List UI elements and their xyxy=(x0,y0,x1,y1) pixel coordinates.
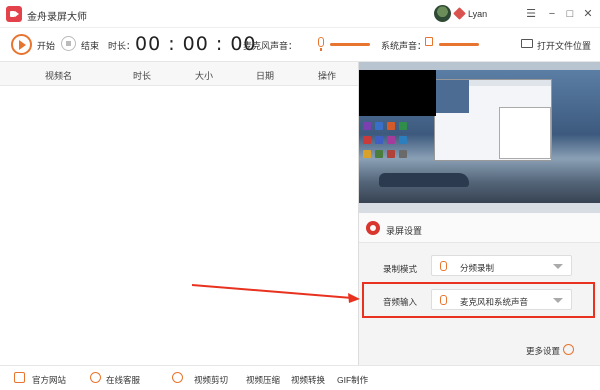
maximize-button[interactable]: □ xyxy=(563,7,577,21)
close-button[interactable]: ✕ xyxy=(581,7,595,21)
username[interactable]: Lyan xyxy=(468,9,487,19)
record-mode-dropdown[interactable]: 分频录制 xyxy=(431,255,572,276)
record-mode-label: 录制模式 xyxy=(383,264,418,274)
bottom-bar: 官方网站 在线客服 视频剪切 视频压缩 视频转换 GIF制作 xyxy=(0,365,600,390)
column-header-duration[interactable]: 时长 xyxy=(133,69,151,82)
start-label[interactable]: 开始 xyxy=(37,39,55,52)
video-cut-link[interactable]: 视频剪切 xyxy=(194,374,228,386)
vip-badge-icon xyxy=(453,7,466,20)
column-header-size[interactable]: 大小 xyxy=(195,69,213,82)
system-volume-label: 系统声音： xyxy=(381,41,427,51)
duration-label: 时长： xyxy=(108,41,136,51)
record-mode-value: 分频录制 xyxy=(460,263,495,273)
preview-top-strip xyxy=(359,62,600,70)
microphone-icon[interactable] xyxy=(318,37,324,51)
preview-desktop-icons xyxy=(361,120,416,180)
annotation-highlight-box xyxy=(362,282,595,318)
video-convert-link[interactable]: 视频转换 xyxy=(291,374,325,386)
menu-icon[interactable]: ☰ xyxy=(524,7,538,21)
online-support-link[interactable]: 在线客服 xyxy=(106,374,140,386)
user-avatar[interactable] xyxy=(434,5,451,22)
duration-timer: 00 : 00 : 00 xyxy=(135,33,257,55)
speaker-icon[interactable] xyxy=(425,37,433,46)
microphone-icon xyxy=(440,261,447,271)
gear-icon xyxy=(366,221,380,235)
column-header-date[interactable]: 日期 xyxy=(256,69,274,82)
preview-wallpaper-car xyxy=(379,173,469,187)
more-settings-button[interactable]: 更多设置 xyxy=(526,345,560,357)
scissors-icon[interactable] xyxy=(172,372,183,383)
gif-maker-link[interactable]: GIF制作 xyxy=(337,374,368,386)
screen-preview xyxy=(359,62,600,213)
settings-title: 录屏设置 xyxy=(386,226,423,236)
system-volume-slider[interactable] xyxy=(439,43,479,46)
title-bar: 金舟录屏大师 Lyan ☰ − □ ✕ xyxy=(0,0,600,28)
preview-redacted-area xyxy=(359,70,436,116)
mic-volume-slider[interactable] xyxy=(330,43,370,46)
app-title: 金舟录屏大师 xyxy=(27,12,87,23)
stop-label[interactable]: 结束 xyxy=(81,39,99,52)
minimize-button[interactable]: − xyxy=(545,7,559,21)
open-folder-button[interactable]: 打开文件位置 xyxy=(537,39,591,52)
stop-record-button[interactable] xyxy=(61,36,76,51)
video-compress-link[interactable]: 视频压缩 xyxy=(246,374,280,386)
mic-volume-label: 麦克风声音： xyxy=(243,41,298,51)
preview-dialog xyxy=(499,107,551,159)
table-header: 视频名 时长 大小 日期 操作 xyxy=(0,62,358,86)
video-list-panel: 视频名 时长 大小 日期 操作 xyxy=(0,62,358,365)
toolbar: 开始 结束 时长： 00 : 00 : 00 麦克风声音： 系统声音： 打开文件… xyxy=(0,28,600,62)
app-logo-icon xyxy=(6,6,22,22)
column-header-actions[interactable]: 操作 xyxy=(318,69,336,82)
chevron-down-icon xyxy=(553,264,563,269)
preview-taskbar xyxy=(359,203,600,213)
official-website-link[interactable]: 官方网站 xyxy=(32,374,66,386)
settings-header: 录屏设置 xyxy=(359,213,600,243)
column-header-name[interactable]: 视频名 xyxy=(45,69,72,82)
support-agent-icon[interactable] xyxy=(90,372,101,383)
start-record-button[interactable] xyxy=(11,34,32,55)
settings-cog-icon[interactable] xyxy=(563,344,574,355)
folder-icon[interactable] xyxy=(521,39,533,48)
monitor-icon[interactable] xyxy=(14,372,25,383)
